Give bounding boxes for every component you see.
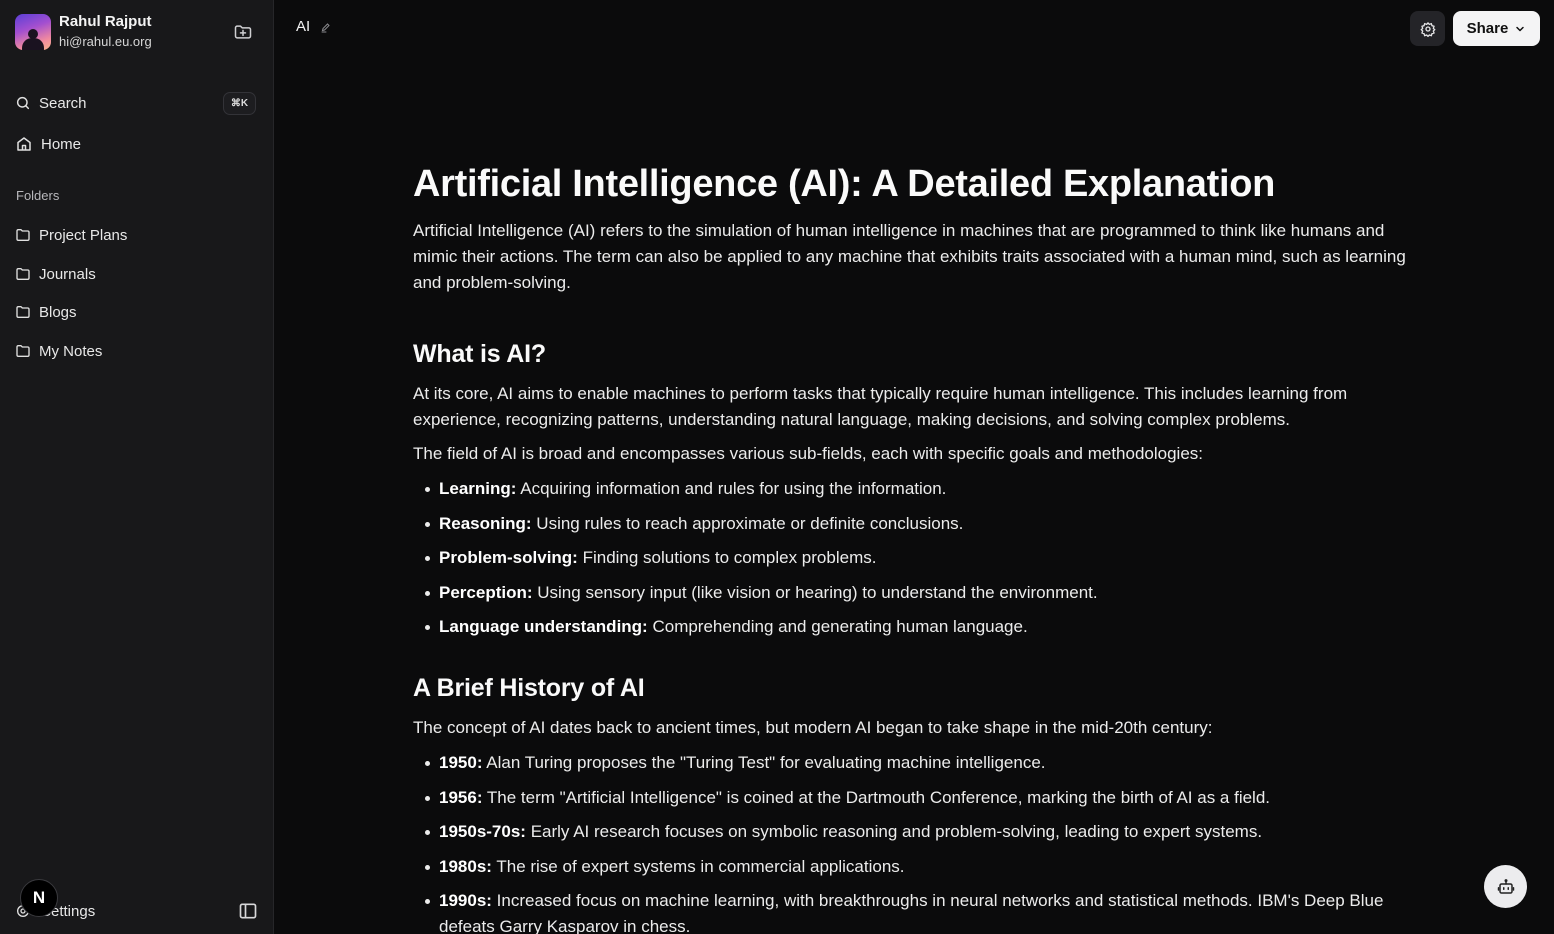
section-heading-what-is-ai: What is AI? [413, 340, 546, 368]
folder-label: Journals [39, 265, 96, 283]
share-button[interactable]: Share [1453, 11, 1540, 46]
sidebar-item-project-plans[interactable]: Project Plans [15, 223, 127, 247]
list-item-term: Problem-solving: [439, 548, 578, 567]
search-icon [16, 96, 30, 110]
list-item-term: 1950s-70s: [439, 822, 526, 841]
sidebar: Rahul Rajput hi@rahul.eu.org Search ⌘K H… [0, 0, 274, 934]
list-item-term: Language understanding: [439, 617, 648, 636]
bot-icon [1497, 878, 1514, 894]
ai-assistant-button[interactable] [1484, 865, 1527, 908]
folder-icon [16, 306, 30, 318]
list-item-term: 1990s: [439, 891, 492, 910]
intro-paragraph: Artificial Intelligence (AI) refers to t… [413, 221, 1406, 292]
new-folder-icon[interactable] [233, 22, 253, 42]
document-title-tab[interactable]: AI [296, 18, 332, 35]
paragraph: At its core, AI aims to enable machines … [413, 384, 1348, 429]
list-item: Reasoning: Using rules to reach approxim… [413, 511, 1423, 537]
list-item: Perception: Using sensory input (like vi… [413, 580, 1423, 606]
avatar [15, 14, 51, 50]
sidebar-toggle-icon[interactable] [238, 901, 258, 921]
list-item-text: Comprehending and generating human langu… [647, 617, 1028, 636]
list-item: 1950s-70s: Early AI research focuses on … [413, 819, 1423, 845]
list-item-term: Reasoning: [439, 513, 532, 533]
search-shortcut-badge: ⌘K [223, 92, 256, 115]
list-item: 1950: Alan Turing proposes the "Turing T… [413, 750, 1423, 776]
list-item: 1956: The term "Artificial Intelligence"… [413, 785, 1423, 811]
folder-icon [16, 345, 30, 357]
list-item-term: 1980s: [439, 856, 492, 876]
search-label: Search [39, 94, 87, 112]
user-name: Rahul Rajput [59, 13, 152, 30]
list-item-text: The rise of expert systems in commercial… [491, 856, 905, 876]
sidebar-item-home[interactable]: Home [15, 132, 81, 156]
gear-icon [1419, 21, 1436, 37]
list-item-term: Perception: [439, 582, 533, 602]
document-body[interactable]: Artificial Intelligence (AI): A Detailed… [413, 160, 1423, 934]
list-item: Language understanding: Comprehending an… [413, 614, 1423, 640]
folder-label: Project Plans [39, 226, 128, 244]
list-item-text: The term "Artificial Intelligence" is co… [482, 787, 1271, 807]
share-label: Share [1466, 20, 1509, 37]
folders-section-label: Folders [16, 188, 60, 203]
document-title: Artificial Intelligence (AI): A Detailed… [413, 163, 1276, 205]
list-item-text: Using sensory input (like vision or hear… [532, 582, 1098, 602]
list-item-term: 1950: [439, 753, 483, 772]
search-button[interactable]: Search [15, 91, 87, 115]
folder-label: Blogs [39, 303, 77, 321]
chevron-down-icon [1516, 26, 1525, 31]
subfields-list: Learning: Acquiring information and rule… [413, 476, 1423, 640]
list-item: Problem-solving: Finding solutions to co… [413, 545, 1423, 571]
document-tab-title: AI [296, 18, 311, 35]
sidebar-item-journals[interactable]: Journals [15, 262, 96, 286]
next-badge[interactable]: N [20, 879, 58, 917]
list-item-text: Finding solutions to complex problems. [577, 548, 877, 567]
paragraph: The field of AI is broad and encompasses… [413, 444, 1204, 463]
pencil-icon[interactable] [320, 21, 332, 33]
user-email: hi@rahul.eu.org [59, 34, 152, 49]
paragraph: The concept of AI dates back to ancient … [413, 718, 1213, 737]
list-item: 1980s: The rise of expert systems in com… [413, 854, 1423, 880]
section-heading-history: A Brief History of AI [413, 674, 645, 702]
list-item-term: 1956: [439, 787, 483, 807]
list-item-text: Early AI research focuses on symbolic re… [525, 822, 1263, 841]
sidebar-item-blogs[interactable]: Blogs [15, 300, 77, 324]
list-item-term: Learning: [439, 479, 517, 498]
sidebar-item-my-notes[interactable]: My Notes [15, 339, 102, 363]
list-item-text: Using rules to reach approximate or defi… [531, 513, 964, 533]
folder-icon [16, 229, 30, 241]
home-icon [17, 137, 31, 151]
folder-icon [16, 268, 30, 280]
list-item-text: Acquiring information and rules for usin… [516, 479, 947, 498]
list-item: 1990s: Increased focus on machine learni… [413, 888, 1423, 934]
page-settings-button[interactable] [1410, 11, 1445, 46]
folder-label: My Notes [39, 342, 103, 360]
list-item-text: Increased focus on machine learning, wit… [439, 891, 1384, 934]
history-list: 1950: Alan Turing proposes the "Turing T… [413, 750, 1423, 934]
list-item: Learning: Acquiring information and rule… [413, 476, 1423, 502]
list-item-text: Alan Turing proposes the "Turing Test" f… [482, 753, 1046, 772]
home-label: Home [41, 135, 82, 153]
user-profile[interactable]: Rahul Rajput hi@rahul.eu.org [15, 13, 152, 51]
